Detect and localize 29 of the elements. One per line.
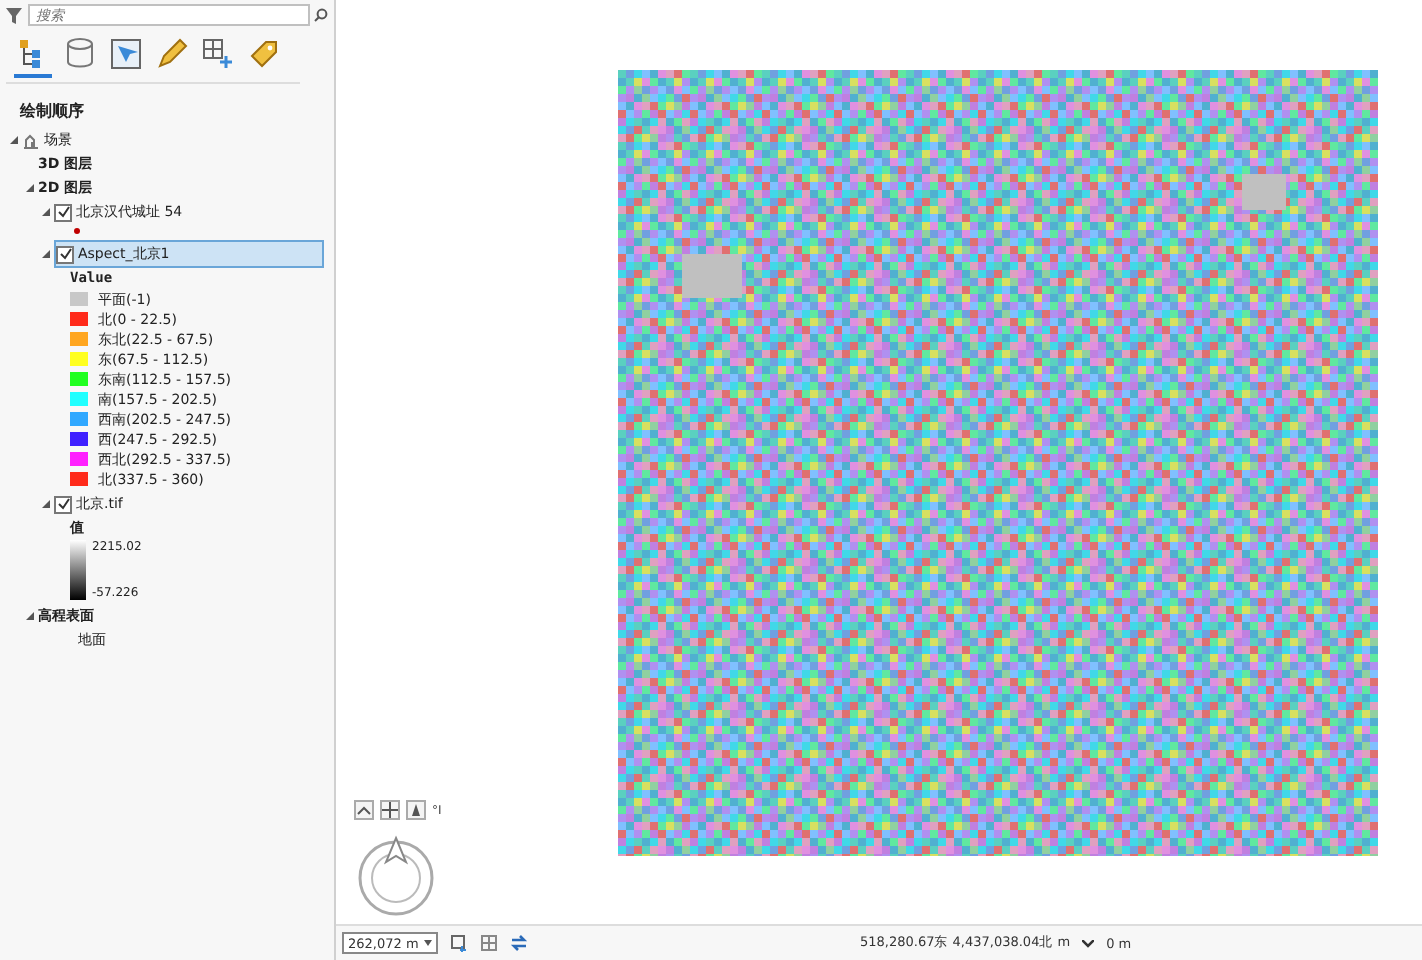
expand-toggle[interactable] [26, 184, 34, 192]
dropdown-caret-icon [424, 940, 432, 946]
grid-plus-icon [200, 36, 234, 70]
check-icon [57, 206, 69, 218]
filter-icon[interactable] [6, 7, 22, 23]
pan-icon[interactable] [382, 802, 398, 818]
navigator-compass-icon [354, 832, 438, 916]
view-tab[interactable] [14, 36, 52, 78]
pane-heading: 绘制顺序 [20, 100, 86, 122]
zoom-full-icon[interactable] [356, 802, 372, 818]
expand-toggle[interactable] [10, 136, 18, 144]
expand-toggle[interactable] [26, 612, 34, 620]
layer-checkbox[interactable] [56, 245, 74, 263]
check-icon [57, 498, 69, 510]
pencil-icon [154, 36, 188, 70]
search-icon[interactable] [314, 8, 328, 22]
color-ramp [70, 540, 86, 600]
database-icon [62, 36, 96, 70]
zoom-extent-icon [450, 934, 468, 952]
check-icon [59, 248, 71, 260]
grid-icon [480, 934, 498, 952]
sync-arrows-icon [510, 934, 528, 952]
scene-icon [22, 131, 40, 149]
layer-checkbox[interactable] [54, 203, 72, 221]
tag-icon [246, 36, 280, 70]
layer-checkbox[interactable] [54, 495, 72, 513]
map-select-icon [108, 36, 142, 70]
chevron-down-icon [1082, 939, 1095, 947]
north-arrow-icon[interactable] [408, 802, 424, 818]
